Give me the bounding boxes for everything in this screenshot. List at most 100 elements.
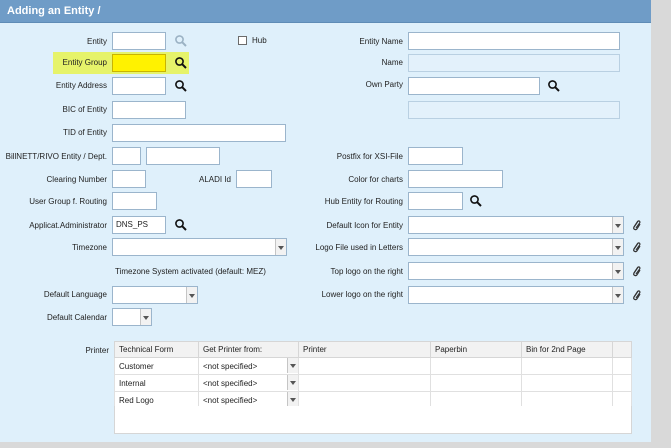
technical-form-cell: Internal [114, 374, 199, 392]
bic-label: BIC of Entity [62, 105, 107, 114]
entity-address-label: Entity Address [55, 81, 107, 90]
chevron-down-icon[interactable] [612, 217, 623, 233]
hub-label: Hub [252, 36, 267, 45]
entity-label: Entity [86, 37, 107, 46]
column-header[interactable]: Get Printer from: [198, 341, 299, 358]
default-icon-select[interactable] [408, 216, 624, 234]
color-input[interactable] [408, 170, 503, 188]
printer-table-empty-area [114, 406, 632, 434]
aladi-input[interactable] [236, 170, 272, 188]
column-header [612, 341, 632, 358]
entity-address-search-icon[interactable] [174, 79, 188, 93]
chevron-down-icon[interactable] [275, 239, 286, 255]
chevron-down-icon[interactable] [612, 287, 623, 303]
window-edge [651, 0, 671, 448]
chevron-down-icon[interactable] [287, 392, 298, 407]
paperbin-cell[interactable] [430, 374, 522, 392]
paperclip-icon[interactable] [631, 288, 641, 302]
lower-logo-select[interactable] [408, 286, 624, 304]
chevron-down-icon[interactable] [287, 358, 298, 373]
timezone-label: Timezone [72, 243, 107, 252]
entity-group-search-icon[interactable] [174, 56, 188, 70]
billnett-dept-input[interactable] [146, 147, 220, 165]
bic-input[interactable] [112, 101, 186, 119]
entity-address-input[interactable] [112, 77, 166, 95]
name-input[interactable] [408, 54, 620, 72]
bin2-cell[interactable] [521, 374, 613, 392]
bin2-cell[interactable] [521, 357, 613, 375]
tid-label: TID of Entity [62, 128, 107, 137]
technical-form-cell: Customer [114, 357, 199, 375]
hub-routing-input[interactable] [408, 192, 463, 210]
column-header[interactable]: Bin for 2nd Page [521, 341, 613, 358]
usergroup-label: User Group f. Routing [29, 197, 107, 206]
lower-logo-label: Lower logo on the right [321, 290, 403, 299]
admin-input[interactable]: DNS_PS [112, 216, 166, 234]
entity-group-label: Entity Group [62, 58, 107, 67]
own-party-input[interactable] [408, 77, 540, 95]
own-party-detail [408, 101, 620, 119]
printer-source-value: <not specified> [203, 361, 258, 371]
paperclip-icon[interactable] [631, 240, 641, 254]
own-party-label: Own Party [365, 80, 403, 89]
tid-input[interactable] [112, 124, 286, 142]
hub-checkbox[interactable] [238, 36, 247, 45]
top-logo-select[interactable] [408, 262, 624, 280]
language-label: Default Language [43, 290, 107, 299]
color-label: Color for charts [348, 175, 403, 184]
admin-search-icon[interactable] [174, 218, 188, 232]
printer-source-select[interactable]: <not specified> [198, 374, 299, 392]
column-header[interactable]: Technical Form [114, 341, 199, 358]
column-header[interactable]: Printer [298, 341, 431, 358]
entity-name-input[interactable] [408, 32, 620, 50]
paperclip-icon[interactable] [631, 264, 641, 278]
billnett-entity-input[interactable] [112, 147, 141, 165]
language-select[interactable] [112, 286, 198, 304]
usergroup-input[interactable] [112, 192, 157, 210]
aladi-label: ALADI Id [198, 175, 231, 184]
calendar-select[interactable] [112, 308, 152, 326]
hub-routing-search-icon[interactable] [469, 194, 483, 208]
printer-cell[interactable] [298, 357, 431, 375]
clearing-label: Clearing Number [46, 175, 107, 184]
logo-letters-label: Logo File used in Letters [315, 243, 403, 252]
logo-letters-select[interactable] [408, 238, 624, 256]
entity-input[interactable] [112, 32, 166, 50]
paperbin-cell[interactable] [430, 357, 522, 375]
chevron-down-icon[interactable] [287, 375, 298, 390]
window-title: Adding an Entity / [7, 5, 101, 17]
printer-cell[interactable] [298, 374, 431, 392]
postfix-label: Postfix for XSI-File [336, 152, 403, 161]
printer-source-value: <not specified> [203, 378, 258, 388]
chevron-down-icon[interactable] [612, 263, 623, 279]
chevron-down-icon[interactable] [612, 239, 623, 255]
own-party-search-icon[interactable] [547, 79, 561, 93]
entity-search-icon[interactable] [174, 34, 188, 48]
entity-name-label: Entity Name [359, 37, 403, 46]
postfix-input[interactable] [408, 147, 463, 165]
printer-table: Technical Form Get Printer from: Printer… [114, 341, 632, 409]
billnett-label: BillNETT/RIVO Entity / Dept. [5, 152, 107, 161]
hub-routing-label: Hub Entity for Routing [324, 197, 403, 206]
chevron-down-icon[interactable] [186, 287, 197, 303]
spacer-cell [612, 374, 632, 392]
top-logo-label: Top logo on the right [330, 267, 404, 276]
table-row[interactable]: Customer <not specified> [114, 357, 632, 375]
name-label: Name [381, 58, 403, 67]
table-row[interactable]: Internal <not specified> [114, 374, 632, 392]
timezone-select[interactable] [112, 238, 287, 256]
chevron-down-icon[interactable] [140, 309, 151, 325]
admin-label: Applicat.Administrator [29, 221, 107, 230]
printer-source-value: <not specified> [203, 395, 258, 405]
printer-table-header: Technical Form Get Printer from: Printer… [114, 341, 632, 358]
timezone-note: Timezone System activated (default: MEZ) [115, 267, 266, 276]
spacer-cell [612, 357, 632, 375]
entity-group-input[interactable] [112, 54, 166, 72]
calendar-label: Default Calendar [46, 313, 107, 322]
column-header[interactable]: Paperbin [430, 341, 522, 358]
default-icon-label: Default Icon for Entity [326, 221, 403, 230]
paperclip-icon[interactable] [631, 218, 641, 232]
entity-form-panel: Adding an Entity / Entity Hub Entity Gro… [0, 0, 651, 442]
printer-source-select[interactable]: <not specified> [198, 357, 299, 375]
clearing-input[interactable] [112, 170, 146, 188]
